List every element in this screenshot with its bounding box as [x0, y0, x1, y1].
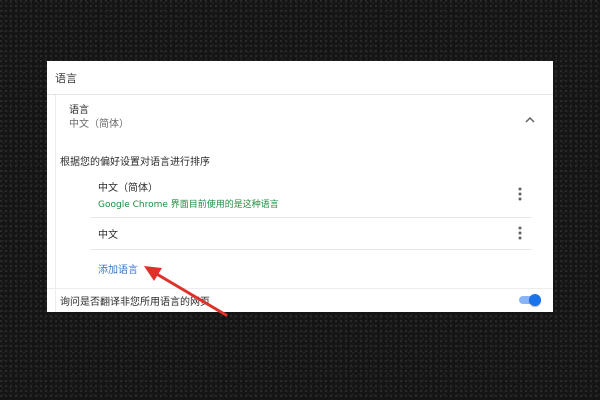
- language-list-item: 中文: [90, 218, 532, 250]
- more-vert-icon[interactable]: [514, 185, 526, 203]
- language-name: 中文（简体）: [98, 183, 158, 194]
- ui-language-note: Google Chrome 界面目前使用的是这种语言: [98, 200, 279, 210]
- more-vert-icon[interactable]: [514, 224, 526, 242]
- add-language-link[interactable]: 添加语言: [98, 261, 138, 276]
- language-name: 中文: [98, 230, 118, 241]
- section-header: 语言: [47, 61, 553, 95]
- current-language: 中文（简体）: [69, 119, 129, 130]
- translate-offer-row: 询问是否翻译非您所用语言的网页: [47, 288, 553, 312]
- translate-offer-toggle[interactable]: [517, 293, 541, 307]
- language-order-description: 根据您的偏好设置对语言进行排序: [60, 157, 210, 168]
- language-summary[interactable]: 语言 中文（简体）: [69, 104, 129, 132]
- chevron-up-icon[interactable]: [523, 113, 537, 127]
- language-settings-panel: 语言 语言 中文（简体） 根据您的偏好设置对语言进行排序 中文（简体） Goog…: [47, 61, 553, 312]
- translate-offer-label: 询问是否翻译非您所用语言的网页: [60, 297, 210, 308]
- language-card-title: 语言: [69, 105, 89, 116]
- section-title: 语言: [55, 72, 77, 85]
- toggle-knob: [529, 294, 541, 306]
- language-list-item: 中文（简体） Google Chrome 界面目前使用的是这种语言: [90, 173, 532, 218]
